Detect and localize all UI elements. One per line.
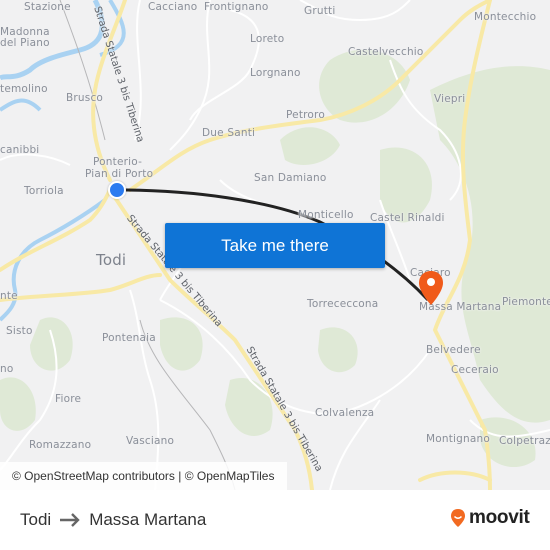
place-label: Ponterio- bbox=[93, 156, 143, 168]
place-label: canibbi bbox=[0, 144, 40, 156]
place-label: Castel Rinaldi bbox=[370, 212, 445, 224]
place-label: Belvedere bbox=[426, 344, 481, 356]
place-label: Pian di Porto bbox=[85, 168, 154, 180]
map-attribution[interactable]: © OpenStreetMap contributors | © OpenMap… bbox=[0, 462, 287, 490]
place-label-major: Todi bbox=[96, 251, 127, 269]
place-label: Piemonte bbox=[502, 296, 550, 308]
place-label: Fiore bbox=[55, 393, 82, 405]
place-label: Viepri bbox=[434, 93, 466, 105]
river bbox=[0, 98, 42, 112]
place-label: Castelvecchio bbox=[348, 46, 424, 58]
place-label: Romazzano bbox=[29, 439, 92, 451]
destination-name: Massa Martana bbox=[89, 510, 207, 529]
place-label: Torrececcona bbox=[307, 298, 379, 310]
place-label: Due Santi bbox=[202, 127, 256, 139]
place-label: Cacciano bbox=[148, 1, 198, 13]
place-label: Madonna bbox=[0, 26, 50, 38]
place-label: temolino bbox=[0, 83, 48, 95]
arrow-right-icon bbox=[59, 513, 81, 527]
place-label: San Damiano bbox=[254, 172, 327, 184]
route-title: Todi Massa Martana bbox=[20, 510, 206, 530]
origin-name: Todi bbox=[20, 510, 52, 529]
place-label: Colpetrazzo bbox=[499, 435, 550, 447]
take-me-there-button[interactable]: Take me there bbox=[165, 223, 385, 268]
place-label: Brusco bbox=[66, 92, 104, 104]
place-label: del Piano bbox=[0, 37, 50, 49]
place-label: Colvalenza bbox=[315, 407, 375, 419]
place-label: Vasciano bbox=[126, 435, 175, 447]
place-label: Petroro bbox=[286, 109, 325, 121]
place-label: Pontenaia bbox=[102, 332, 156, 344]
place-label: Montignano bbox=[426, 433, 491, 445]
place-label: Stazione bbox=[24, 1, 71, 13]
moovit-wordmark: moovit bbox=[469, 507, 530, 528]
place-label: nte bbox=[0, 290, 18, 302]
place-label: Loreto bbox=[250, 33, 285, 45]
attribution-text[interactable]: © OpenStreetMap contributors | © OpenMap… bbox=[12, 469, 274, 483]
map[interactable]: Stazione Cacciano Frontignano Grutti Mon… bbox=[0, 0, 550, 490]
destination-pin-icon[interactable] bbox=[418, 270, 444, 306]
origin-marker[interactable] bbox=[108, 181, 126, 199]
place-label: Monticello bbox=[298, 209, 354, 221]
place-label: no bbox=[0, 363, 14, 375]
place-label: Lorgnano bbox=[250, 67, 301, 79]
moovit-pin-icon bbox=[451, 509, 465, 527]
place-label: Torriola bbox=[24, 185, 64, 197]
place-label: Frontignano bbox=[204, 1, 269, 13]
place-label: Grutti bbox=[304, 5, 336, 17]
moovit-logo: moovit bbox=[450, 507, 530, 529]
place-label: Sisto bbox=[6, 325, 33, 337]
place-label: Montecchio bbox=[474, 11, 537, 23]
place-label: Ceceraio bbox=[451, 364, 499, 376]
